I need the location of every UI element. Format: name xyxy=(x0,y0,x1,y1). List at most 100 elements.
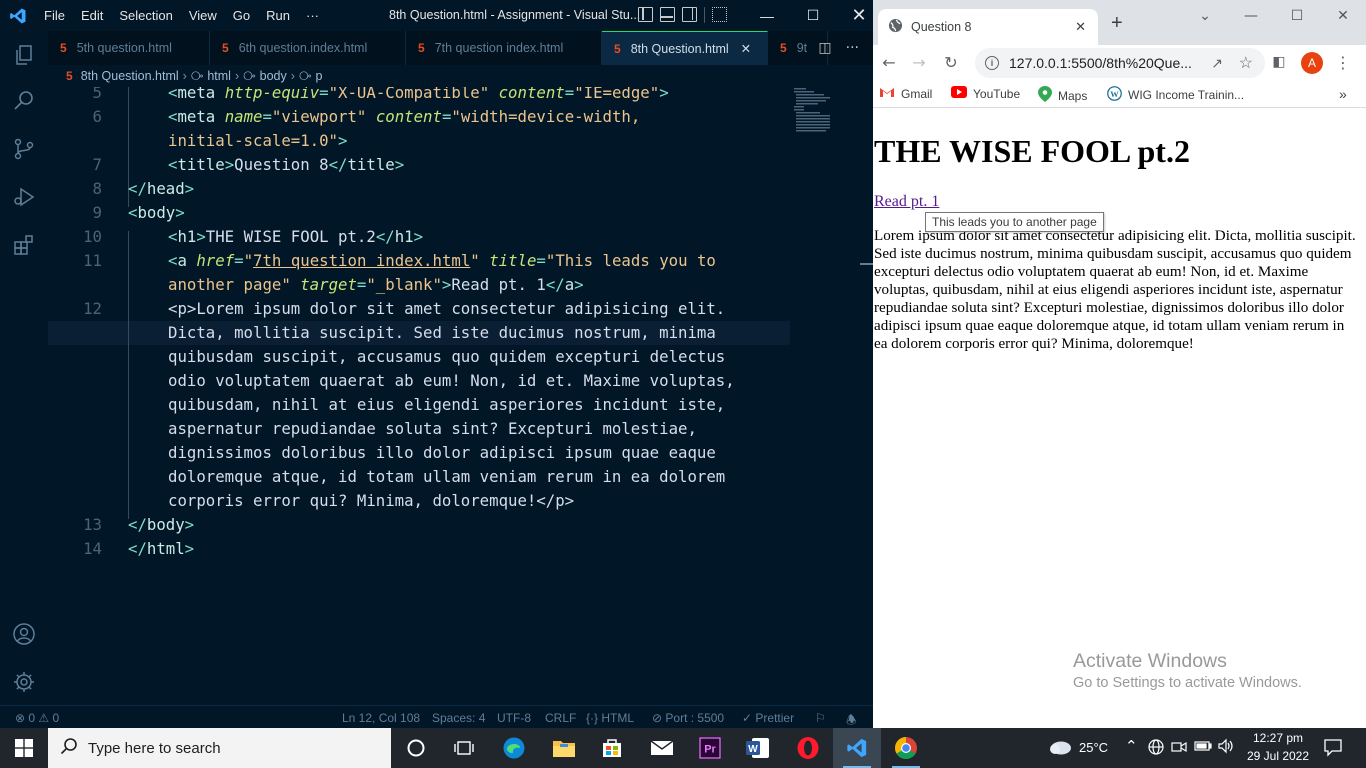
problems-indicator[interactable]: ⊗ 0 ⚠ 0 xyxy=(15,711,59,725)
code-token: Question 8 xyxy=(234,155,329,174)
weather-temperature[interactable]: 25°C xyxy=(1079,740,1108,755)
cursor-position[interactable]: Ln 12, Col 108 xyxy=(342,711,420,725)
breadcrumb-p[interactable]: p xyxy=(315,69,322,83)
gmail-icon xyxy=(879,86,895,101)
settings-gear-icon[interactable] xyxy=(12,670,36,694)
menu-selection[interactable]: Selection xyxy=(111,0,180,31)
cortana-icon[interactable] xyxy=(392,728,440,768)
customize-layout-icon[interactable] xyxy=(712,7,727,22)
clock-time[interactable]: 12:27 pm xyxy=(1250,731,1306,745)
task-view-icon[interactable] xyxy=(440,728,488,768)
editor-scrollbar[interactable] xyxy=(860,87,873,705)
forward-arrow-icon[interactable]: → xyxy=(909,52,929,72)
network-globe-icon[interactable] xyxy=(1148,739,1164,758)
breadcrumb-file[interactable]: 8th Question.html xyxy=(81,69,179,83)
menu-run[interactable]: Run xyxy=(258,0,298,31)
back-arrow-icon[interactable]: ← xyxy=(879,52,899,72)
bookmark-youtube[interactable]: YouTube xyxy=(951,86,1020,101)
bookmark-gmail[interactable]: Gmail xyxy=(879,86,932,101)
feedback-icon[interactable]: ⚐ xyxy=(815,711,826,725)
close-button[interactable]: ✕ xyxy=(1320,0,1366,32)
profile-avatar[interactable]: A xyxy=(1301,52,1323,74)
battery-icon[interactable] xyxy=(1194,740,1212,755)
opera-icon[interactable] xyxy=(784,728,832,768)
menu-go[interactable]: Go xyxy=(225,0,258,31)
minimap[interactable] xyxy=(790,87,860,705)
minimize-button[interactable]: — xyxy=(1228,0,1274,32)
tab-label: 9t xyxy=(796,41,808,55)
breadcrumb-body[interactable]: body xyxy=(260,69,287,83)
tab-5th-question[interactable]: 5 5th question.html xyxy=(48,31,210,65)
search-icon[interactable] xyxy=(12,89,36,113)
toggle-panel-icon[interactable] xyxy=(660,7,675,22)
start-button[interactable] xyxy=(0,728,48,768)
vscode-taskbar-icon[interactable] xyxy=(833,728,881,768)
tab-8th-question[interactable]: 5 8th Question.html ✕ xyxy=(602,31,768,65)
microsoft-store-icon[interactable] xyxy=(588,728,636,768)
code-line: <p>Lorem ipsum dolor sit amet consectetu… xyxy=(168,299,726,318)
bookmarks-overflow-icon[interactable]: » xyxy=(1339,86,1347,102)
source-control-icon[interactable] xyxy=(12,137,36,161)
side-panel-icon[interactable]: ◧ xyxy=(1269,52,1289,72)
language-mode[interactable]: {·} HTML xyxy=(586,711,634,725)
prettier-status[interactable]: ✓ Prettier xyxy=(742,711,794,725)
toggle-secondary-sidebar-icon[interactable] xyxy=(682,7,697,22)
show-hidden-icons-chevron-icon[interactable]: ⌃ xyxy=(1125,737,1138,755)
chrome-taskbar-icon[interactable] xyxy=(882,728,930,768)
code-editor[interactable]: 5 6 7 8 9 10 11 12 13 14 <meta http-equi… xyxy=(48,87,790,705)
maximize-button[interactable]: ☐ xyxy=(790,0,836,31)
new-tab-button[interactable]: + xyxy=(1111,12,1123,35)
tab-close-icon[interactable]: ✕ xyxy=(741,41,751,56)
menu-file[interactable]: File xyxy=(36,0,73,31)
tab-7th-question[interactable]: 5 7th question index.html xyxy=(406,31,602,65)
menu-kebab-icon[interactable]: ⋮ xyxy=(1333,52,1353,72)
browser-tab[interactable]: Question 8 ✕ xyxy=(878,9,1098,45)
end-of-line[interactable]: CRLF xyxy=(545,711,576,725)
maximize-button[interactable]: ☐ xyxy=(1274,0,1320,32)
word-icon[interactable]: W xyxy=(734,728,782,768)
address-bar[interactable]: i 127.0.0.1:5500/8th%20Que... ↗ ☆ xyxy=(975,48,1265,78)
split-editor-icon[interactable]: ◫ xyxy=(818,40,831,56)
indentation[interactable]: Spaces: 4 xyxy=(432,711,485,725)
menu-edit[interactable]: Edit xyxy=(73,0,111,31)
accounts-icon[interactable] xyxy=(12,622,36,646)
tab-search-icon[interactable]: ⌄ xyxy=(1182,0,1228,32)
code-token: = xyxy=(234,251,244,270)
editor-tab-bar: 5 5th question.html 5 6th question.index.h… xyxy=(48,31,873,65)
toggle-sidebar-icon[interactable] xyxy=(638,7,653,22)
notification-center-icon[interactable] xyxy=(1323,737,1343,760)
breadcrumb-html[interactable]: html xyxy=(207,69,231,83)
reload-icon[interactable]: ↻ xyxy=(941,52,961,72)
clock-date[interactable]: 29 Jul 2022 xyxy=(1246,749,1310,763)
taskbar-search-box[interactable]: Type here to search xyxy=(48,728,391,768)
code-line: <a href="7th question index.html" title=… xyxy=(168,251,716,270)
site-info-icon[interactable]: i xyxy=(985,56,999,70)
code-link[interactable]: 7th question index.html xyxy=(253,251,470,270)
edge-icon[interactable] xyxy=(490,728,538,768)
run-debug-icon[interactable] xyxy=(12,185,36,209)
live-server-port[interactable]: ⊘ Port : 5500 xyxy=(652,711,724,725)
share-icon[interactable]: ↗ xyxy=(1211,55,1223,72)
encoding[interactable]: UTF-8 xyxy=(497,711,531,725)
meet-now-icon[interactable] xyxy=(1171,739,1187,758)
explorer-icon[interactable] xyxy=(12,43,36,67)
minimize-button[interactable]: — xyxy=(744,0,790,31)
volume-icon[interactable] xyxy=(1217,738,1235,757)
extensions-icon[interactable] xyxy=(12,233,36,257)
element-icon: ⧂ xyxy=(190,68,204,83)
mail-icon[interactable] xyxy=(638,728,686,768)
tab-6th-question[interactable]: 5 6th question.index.html xyxy=(210,31,406,65)
bookmark-star-icon[interactable]: ☆ xyxy=(1239,53,1253,73)
premiere-pro-icon[interactable]: Pr xyxy=(686,728,734,768)
code-token: http-equiv xyxy=(224,87,320,102)
file-explorer-icon[interactable] xyxy=(540,728,588,768)
menu-view[interactable]: View xyxy=(181,0,225,31)
read-pt1-link[interactable]: Read pt. 1 xyxy=(874,193,939,211)
more-actions-icon[interactable]: ··· xyxy=(846,40,859,56)
menu-more[interactable]: ··· xyxy=(298,0,327,31)
bookmark-maps[interactable]: Maps xyxy=(1038,86,1087,105)
bookmark-wig[interactable]: W WIG Income Trainin... xyxy=(1107,86,1244,104)
weather-cloud-icon[interactable] xyxy=(1046,738,1072,759)
tab-label: 5th question.html xyxy=(76,41,172,55)
close-tab-icon[interactable]: ✕ xyxy=(1075,19,1086,35)
